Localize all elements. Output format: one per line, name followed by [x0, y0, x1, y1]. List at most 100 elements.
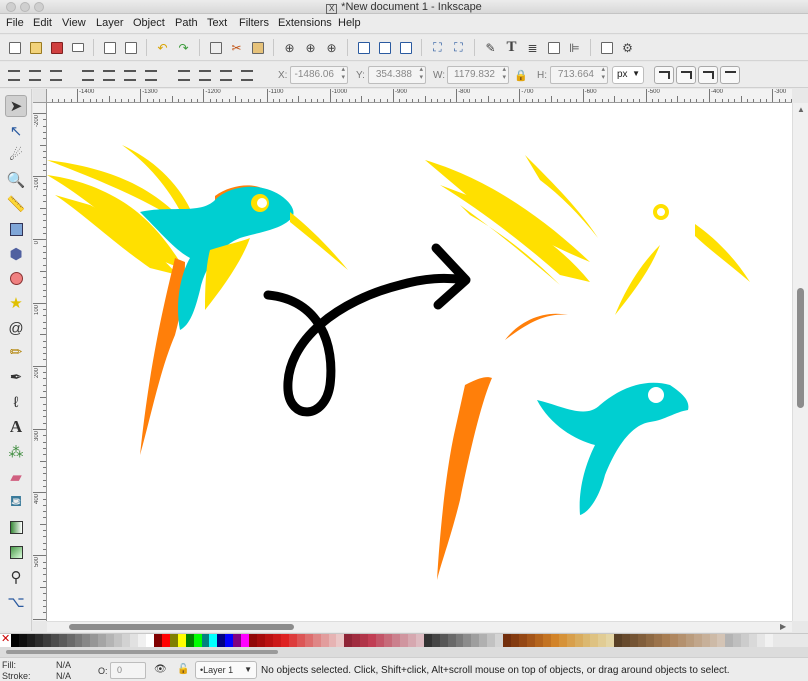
color-swatch[interactable]: [392, 634, 400, 647]
text-font-icon[interactable]: T: [503, 39, 520, 56]
color-swatch[interactable]: [26, 634, 35, 647]
cut-icon[interactable]: ✂: [228, 39, 245, 56]
no-paint-swatch[interactable]: [0, 633, 11, 647]
color-swatch[interactable]: [225, 634, 234, 647]
menu-text[interactable]: Text: [207, 17, 227, 29]
color-swatch[interactable]: [598, 634, 607, 647]
color-swatch[interactable]: [725, 634, 734, 647]
xml-editor-icon[interactable]: [545, 39, 562, 56]
curly-arrow[interactable]: [263, 243, 471, 417]
node-icon[interactable]: ↖: [5, 120, 27, 142]
color-swatch[interactable]: [709, 634, 718, 647]
color-swatch[interactable]: [638, 634, 646, 647]
color-swatch[interactable]: [344, 634, 353, 647]
rotate-cw-icon[interactable]: [101, 67, 117, 83]
color-swatch[interactable]: [169, 634, 178, 647]
color-swatch[interactable]: [574, 634, 583, 647]
pencil-icon[interactable]: ✏: [5, 341, 27, 363]
select-all-layers-icon[interactable]: [27, 67, 43, 83]
color-swatch[interactable]: [106, 634, 115, 647]
menu-filters[interactable]: Filters: [239, 17, 269, 29]
horizontal-scroll-thumb[interactable]: [69, 624, 294, 630]
paint-bucket-icon[interactable]: ⛾: [5, 491, 27, 513]
pen-icon[interactable]: ✒: [5, 366, 27, 388]
scroll-right-icon[interactable]: ▶: [780, 622, 786, 631]
ellipse-icon[interactable]: [5, 267, 27, 289]
color-swatch[interactable]: [558, 634, 567, 647]
color-swatch[interactable]: [50, 634, 59, 647]
color-swatch[interactable]: [423, 634, 432, 647]
color-swatch[interactable]: [669, 634, 678, 647]
color-swatch[interactable]: [455, 634, 464, 647]
color-swatch[interactable]: [757, 634, 766, 647]
paste-icon[interactable]: [249, 39, 266, 56]
color-swatch[interactable]: [58, 634, 67, 647]
scroll-up-icon[interactable]: ▲: [797, 105, 805, 114]
color-swatch[interactable]: [463, 634, 472, 647]
transform-gradients-button[interactable]: [698, 66, 718, 84]
color-swatch[interactable]: [11, 634, 19, 647]
color-swatch[interactable]: [249, 634, 258, 647]
selector-icon[interactable]: ➤: [5, 95, 27, 117]
menu-object[interactable]: Object: [133, 17, 165, 29]
x-input[interactable]: -1486.06: [290, 66, 348, 84]
undo-icon[interactable]: ↶: [154, 39, 171, 56]
color-swatch[interactable]: [272, 634, 281, 647]
color-swatch[interactable]: [431, 634, 440, 647]
new-document-icon[interactable]: [6, 39, 23, 56]
layer-select[interactable]: •Layer 1 ▼: [195, 661, 257, 679]
color-swatch[interactable]: [34, 634, 43, 647]
3d-box-icon[interactable]: ⬢: [5, 243, 27, 265]
color-swatch[interactable]: [320, 634, 329, 647]
stroke-value[interactable]: N/A: [56, 671, 71, 681]
fill-value[interactable]: N/A: [56, 660, 71, 670]
color-swatch[interactable]: [368, 634, 377, 647]
color-swatch[interactable]: [614, 634, 623, 647]
color-swatch[interactable]: [66, 634, 75, 647]
color-swatch[interactable]: [130, 634, 138, 647]
color-swatch[interactable]: [606, 634, 615, 647]
measure-icon[interactable]: 📏: [5, 193, 27, 215]
flip-horizontal-icon[interactable]: [122, 67, 138, 83]
color-swatch[interactable]: [590, 634, 599, 647]
color-swatch[interactable]: [503, 634, 512, 647]
transform-patterns-button[interactable]: [720, 66, 740, 84]
menu-layer[interactable]: Layer: [96, 17, 124, 29]
flip-vertical-icon[interactable]: [143, 67, 159, 83]
layers-icon[interactable]: ≣: [524, 39, 541, 56]
menu-view[interactable]: View: [62, 17, 86, 29]
color-swatch[interactable]: [653, 634, 662, 647]
color-swatch[interactable]: [193, 634, 202, 647]
eraser-icon[interactable]: ▰: [5, 466, 27, 488]
color-swatch[interactable]: [447, 634, 456, 647]
spray-icon[interactable]: ⁂: [5, 441, 27, 463]
color-swatch[interactable]: [471, 634, 480, 647]
vertical-ruler[interactable]: -200 -100 0 100 200 300 400 500: [33, 103, 47, 621]
color-swatch[interactable]: [161, 634, 170, 647]
color-swatch[interactable]: [352, 634, 361, 647]
color-swatch[interactable]: [122, 634, 131, 647]
rectangle-icon[interactable]: [5, 218, 27, 240]
color-swatch[interactable]: [145, 634, 154, 647]
deselect-icon[interactable]: [48, 67, 64, 83]
color-swatch[interactable]: [153, 634, 162, 647]
palette-scrollbar[interactable]: [0, 647, 808, 657]
scale-corners-button[interactable]: [676, 66, 696, 84]
color-swatch[interactable]: [677, 634, 686, 647]
color-swatch[interactable]: [550, 634, 559, 647]
color-swatch[interactable]: [217, 634, 226, 647]
color-swatch[interactable]: [177, 634, 186, 647]
open-document-icon[interactable]: [27, 39, 44, 56]
color-swatch[interactable]: [582, 634, 591, 647]
color-swatch[interactable]: [622, 634, 631, 647]
layer-lock-icon[interactable]: 🔓: [177, 664, 189, 675]
color-swatch[interactable]: [296, 634, 305, 647]
color-swatch[interactable]: [265, 634, 273, 647]
color-swatch[interactable]: [717, 634, 726, 647]
menu-help[interactable]: Help: [338, 17, 361, 29]
color-swatch[interactable]: [280, 634, 289, 647]
color-swatch[interactable]: [336, 634, 345, 647]
color-swatch[interactable]: [685, 634, 694, 647]
color-swatch[interactable]: [304, 634, 313, 647]
calligraphy-icon[interactable]: ℓ: [5, 391, 27, 413]
